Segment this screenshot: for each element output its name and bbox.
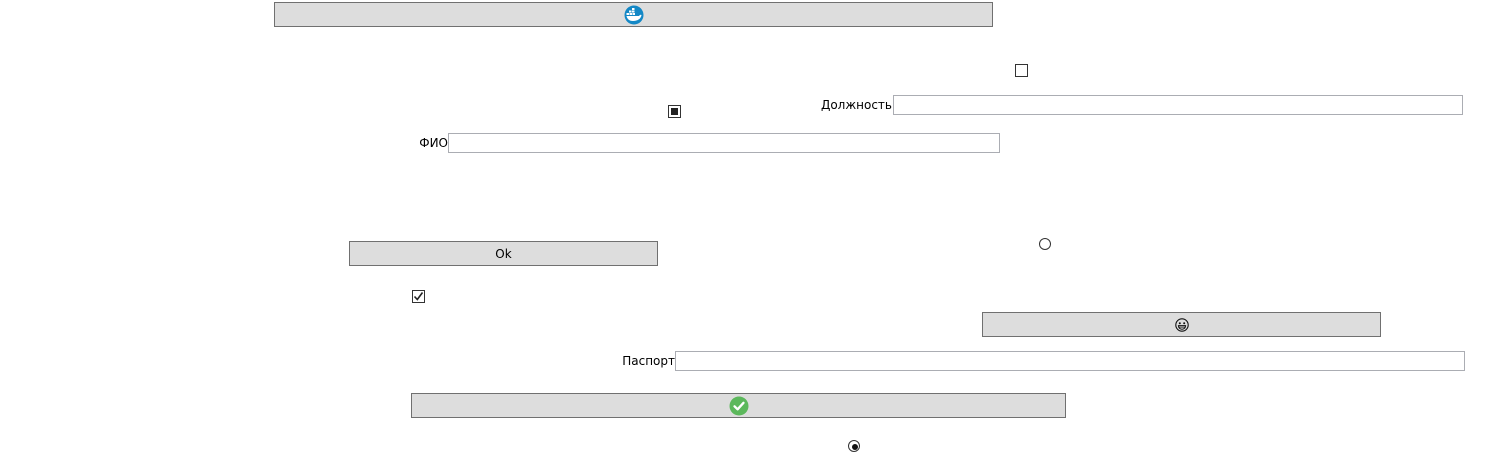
ok-button-label: Ok: [495, 246, 512, 261]
radio-unselected[interactable]: [1039, 238, 1051, 250]
passport-input[interactable]: [675, 351, 1465, 371]
checkbox-unchecked[interactable]: [1015, 64, 1028, 77]
docker-icon-button[interactable]: [274, 2, 993, 27]
ok-button[interactable]: Ok: [349, 241, 658, 266]
radio-selected[interactable]: [848, 440, 860, 452]
fio-label: ФИО: [419, 136, 448, 150]
fio-input[interactable]: [448, 133, 1000, 153]
checkmark-icon: [413, 292, 424, 301]
check-circle-icon: [729, 396, 749, 416]
radio-dot: [852, 444, 858, 450]
position-input[interactable]: [893, 95, 1463, 115]
docker-whale-icon: [624, 5, 644, 25]
grinning-face-icon: [1174, 317, 1189, 332]
checkbox-checked[interactable]: [412, 290, 425, 303]
position-label: Должность: [820, 98, 892, 112]
indeterminate-mark: [671, 108, 678, 115]
emoji-icon-button[interactable]: [982, 312, 1381, 337]
passport-label: Паспорт: [622, 354, 675, 368]
check-icon-button[interactable]: [411, 393, 1066, 418]
checkbox-indeterminate[interactable]: [668, 105, 681, 118]
